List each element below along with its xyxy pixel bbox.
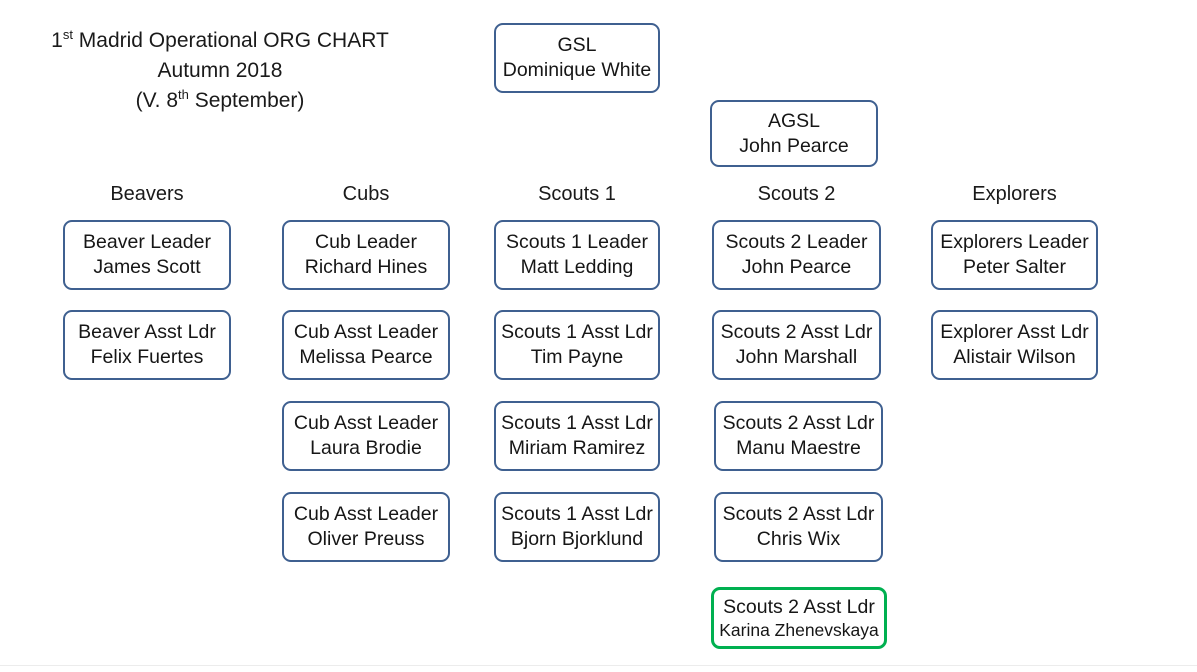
node-cub-asst-leader-1[interactable]: Cub Asst Leader Melissa Pearce — [282, 310, 450, 380]
node-cub-leader[interactable]: Cub Leader Richard Hines — [282, 220, 450, 290]
title-line-3: (V. 8th September) — [30, 86, 410, 116]
node-person: Melissa Pearce — [299, 346, 433, 368]
node-role: Scouts 2 Asst Ldr — [723, 595, 875, 618]
node-role: Scouts 1 Asst Ldr — [501, 503, 653, 526]
node-person: Tim Payne — [530, 346, 624, 368]
node-person: Manu Maestre — [736, 437, 861, 459]
node-explorer-asst-ldr[interactable]: Explorer Asst Ldr Alistair Wilson — [931, 310, 1098, 380]
node-person: Felix Fuertes — [90, 346, 204, 368]
node-role: Cub Asst Leader — [293, 503, 439, 526]
node-scouts-2-asst-ldr-1[interactable]: Scouts 2 Asst Ldr John Marshall — [712, 310, 881, 380]
node-role: Beaver Asst Ldr — [78, 321, 216, 344]
node-scouts-2-asst-ldr-4-highlighted[interactable]: Scouts 2 Asst Ldr Karina Zhenevskaya — [711, 587, 887, 649]
node-person: Laura Brodie — [310, 437, 422, 459]
column-header-explorers: Explorers — [972, 183, 1057, 205]
title-line-1-superscript: st — [62, 27, 73, 42]
node-person: Karina Zhenevskaya — [719, 620, 879, 641]
node-role: Cub Leader — [315, 231, 417, 254]
node-gsl[interactable]: GSL Dominique White — [494, 23, 660, 93]
node-person: John Pearce — [741, 256, 852, 278]
node-role: Cub Asst Leader — [293, 321, 439, 344]
node-scouts-2-asst-ldr-2[interactable]: Scouts 2 Asst Ldr Manu Maestre — [714, 401, 883, 471]
node-role: Scouts 1 Asst Ldr — [501, 412, 653, 435]
node-person: Bjorn Bjorklund — [510, 528, 644, 550]
node-role: Cub Asst Leader — [293, 412, 439, 435]
node-scouts-1-asst-ldr-1[interactable]: Scouts 1 Asst Ldr Tim Payne — [494, 310, 660, 380]
column-header-scouts-1: Scouts 1 — [538, 183, 616, 205]
node-person: Oliver Preuss — [307, 528, 425, 550]
node-scouts-2-asst-ldr-3[interactable]: Scouts 2 Asst Ldr Chris Wix — [714, 492, 883, 562]
node-role: AGSL — [767, 109, 821, 132]
node-cub-asst-leader-2[interactable]: Cub Asst Leader Laura Brodie — [282, 401, 450, 471]
org-chart-slide: 1st Madrid Operational ORG CHART Autumn … — [0, 0, 1197, 672]
node-person: James Scott — [93, 256, 201, 278]
node-cub-asst-leader-3[interactable]: Cub Asst Leader Oliver Preuss — [282, 492, 450, 562]
node-scouts-1-asst-ldr-3[interactable]: Scouts 1 Asst Ldr Bjorn Bjorklund — [494, 492, 660, 562]
node-role: Explorers Leader — [940, 231, 1089, 254]
title-line-1: 1st Madrid Operational ORG CHART — [30, 26, 410, 56]
title-line-3-rest: September) — [188, 88, 305, 112]
node-person: Peter Salter — [963, 256, 1066, 278]
node-beaver-asst-ldr[interactable]: Beaver Asst Ldr Felix Fuertes — [63, 310, 231, 380]
node-person: Chris Wix — [756, 528, 841, 550]
node-role: Scouts 2 Leader — [725, 231, 868, 254]
node-scouts-1-asst-ldr-2[interactable]: Scouts 1 Asst Ldr Miriam Ramirez — [494, 401, 660, 471]
page-title: 1st Madrid Operational ORG CHART Autumn … — [30, 26, 410, 115]
title-line-3-superscript: th — [178, 86, 189, 102]
node-beaver-leader[interactable]: Beaver Leader James Scott — [63, 220, 231, 290]
title-line-1-rest: Madrid Operational ORG CHART — [72, 29, 389, 52]
column-header-scouts-2: Scouts 2 — [757, 183, 836, 205]
node-role: Scouts 1 Leader — [505, 231, 648, 254]
node-person: John Pearce — [739, 134, 849, 157]
node-role: Explorer Asst Ldr — [940, 321, 1089, 344]
node-role: Scouts 1 Asst Ldr — [501, 321, 653, 344]
node-role: Scouts 2 Asst Ldr — [722, 503, 875, 526]
slide-bottom-divider — [0, 665, 1197, 666]
node-role: Beaver Leader — [83, 231, 211, 254]
node-scouts-1-leader[interactable]: Scouts 1 Leader Matt Ledding — [494, 220, 660, 290]
column-header-cubs: Cubs — [342, 183, 390, 205]
node-person: John Marshall — [735, 346, 858, 368]
column-header-beavers: Beavers — [110, 183, 184, 205]
node-agsl[interactable]: AGSL John Pearce — [710, 100, 878, 167]
title-line-3-prefix: (V. 8 — [135, 88, 178, 112]
node-role: Scouts 2 Asst Ldr — [722, 412, 875, 435]
node-role: Scouts 2 Asst Ldr — [720, 321, 873, 344]
node-person: Dominique White — [502, 59, 652, 81]
node-explorers-leader[interactable]: Explorers Leader Peter Salter — [931, 220, 1098, 290]
node-person: Richard Hines — [304, 256, 428, 278]
node-person: Miriam Ramirez — [508, 437, 646, 459]
title-line-1-prefix: 1 — [51, 29, 63, 52]
title-line-2: Autumn 2018 — [157, 58, 283, 82]
node-person: Matt Ledding — [520, 256, 634, 278]
node-person: Alistair Wilson — [953, 346, 1076, 368]
node-scouts-2-leader[interactable]: Scouts 2 Leader John Pearce — [712, 220, 881, 290]
node-role: GSL — [557, 34, 597, 57]
